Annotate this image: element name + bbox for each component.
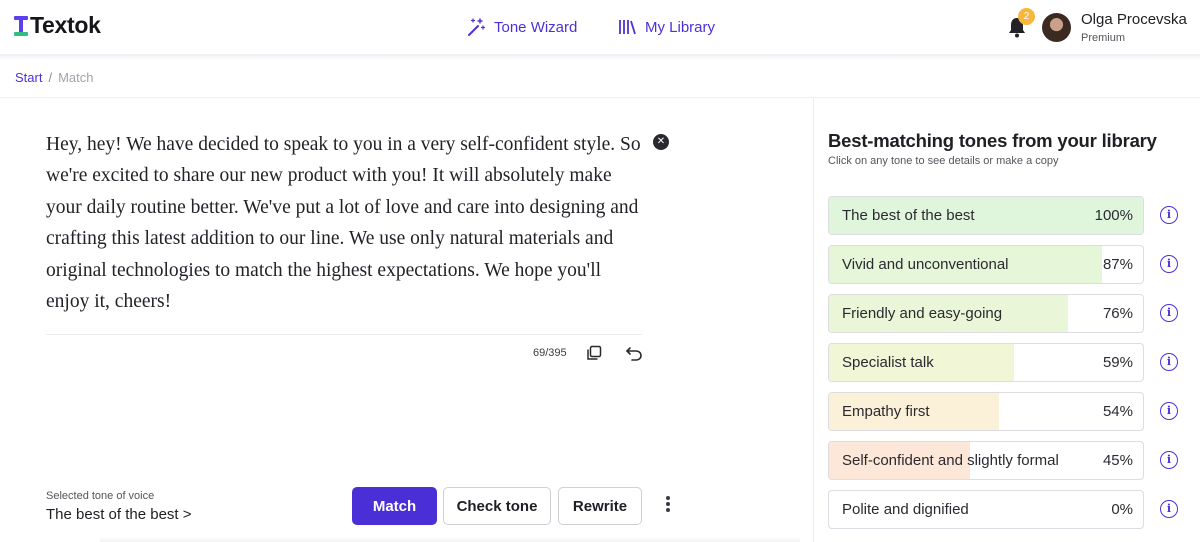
editor-divider <box>46 334 642 335</box>
character-counter: 69/395 <box>533 347 567 359</box>
breadcrumb-separator: / <box>48 70 53 85</box>
info-icon[interactable]: i <box>1160 500 1178 518</box>
rewrite-button[interactable]: Rewrite <box>558 487 642 525</box>
tone-name: Friendly and easy-going <box>842 305 1003 322</box>
tone-percent: 100% <box>1094 207 1133 224</box>
breadcrumb: Start / Match <box>15 70 94 85</box>
header-divider <box>0 54 1200 60</box>
top-header: Textok Tone Wizard My Library 2 Olga Pro… <box>0 0 1200 54</box>
tone-percent: 45% <box>1102 452 1133 469</box>
tone-row[interactable]: Friendly and easy-going 76% <box>828 294 1144 333</box>
tone-name: The best of the best <box>842 207 975 224</box>
user-plan: Premium <box>1081 32 1126 44</box>
magic-wand-icon <box>468 18 486 36</box>
info-icon[interactable]: i <box>1160 255 1178 273</box>
breadcrumb-current: Match <box>58 70 94 85</box>
tone-percent: 54% <box>1102 403 1133 420</box>
info-icon[interactable]: i <box>1160 402 1178 420</box>
info-icon[interactable]: i <box>1160 353 1178 371</box>
tone-row[interactable]: Self-confident and slightly formal 45% <box>828 441 1144 480</box>
tone-row[interactable]: Vivid and unconventional 87% <box>828 245 1144 284</box>
tone-name: Vivid and unconventional <box>842 256 1009 273</box>
selected-tone-label: Selected tone of voice <box>46 490 155 502</box>
selected-tone-dropdown[interactable]: The best of the best > <box>46 506 192 523</box>
breadcrumb-start-link[interactable]: Start <box>15 70 42 85</box>
more-options-icon[interactable] <box>662 496 674 516</box>
tone-row[interactable]: Empathy first 54% <box>828 392 1144 431</box>
copy-icon[interactable] <box>586 345 602 361</box>
avatar[interactable] <box>1042 13 1071 42</box>
tone-percent: 76% <box>1102 305 1133 322</box>
check-tone-button[interactable]: Check tone <box>443 487 551 525</box>
undo-icon[interactable] <box>625 345 643 361</box>
logo-text: Textok <box>30 12 101 38</box>
tone-name: Polite and dignified <box>842 501 969 518</box>
nav-tone-wizard-label: Tone Wizard <box>494 18 578 36</box>
text-editor[interactable]: Hey, hey! We have decided to speak to yo… <box>46 129 646 317</box>
tone-row[interactable]: The best of the best 100% <box>828 196 1144 235</box>
nav-my-library-label: My Library <box>645 18 716 36</box>
notification-count-badge: 2 <box>1018 8 1035 25</box>
textok-logo[interactable]: Textok <box>14 12 101 39</box>
info-icon[interactable]: i <box>1160 304 1178 322</box>
tone-name: Empathy first <box>842 403 930 420</box>
tone-name: Specialist talk <box>842 354 934 371</box>
panel-title: Best-matching tones from your library <box>828 130 1157 151</box>
tone-percent: 0% <box>1111 501 1133 518</box>
logo-mark-icon <box>14 14 28 38</box>
nav-tone-wizard[interactable]: Tone Wizard <box>466 0 577 54</box>
tone-row[interactable]: Polite and dignified 0% <box>828 490 1144 529</box>
match-button[interactable]: Match <box>352 487 437 525</box>
nav-my-library[interactable]: My Library <box>617 0 715 54</box>
clear-text-icon[interactable]: ✕ <box>653 134 669 150</box>
tone-name: Self-confident and slightly formal <box>842 452 1059 469</box>
tone-percent: 59% <box>1102 354 1133 371</box>
tone-row[interactable]: Specialist talk 59% <box>828 343 1144 382</box>
info-icon[interactable]: i <box>1160 206 1178 224</box>
library-icon <box>619 20 636 35</box>
bottom-shadow <box>100 536 800 542</box>
tone-percent: 87% <box>1102 256 1133 273</box>
info-icon[interactable]: i <box>1160 451 1178 469</box>
panel-subtitle: Click on any tone to see details or make… <box>828 155 1059 167</box>
user-name[interactable]: Olga Procevska <box>1081 11 1187 28</box>
